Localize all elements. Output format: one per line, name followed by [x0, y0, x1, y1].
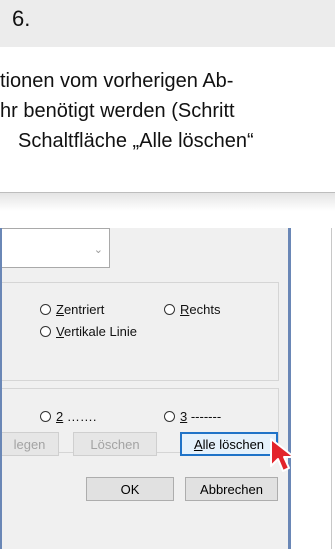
- ok-button[interactable]: OK: [86, 477, 174, 501]
- background-window: [291, 228, 335, 549]
- tabs-dialog: ⌄ Zentriert Rechts Vertikale Linie 2 …….…: [2, 228, 288, 549]
- cancel-button[interactable]: Abbrechen: [185, 477, 278, 501]
- radio-vertical-line[interactable]: Vertikale Linie: [40, 324, 137, 339]
- radio-vertical-line-label: Vertikale Linie: [56, 324, 137, 339]
- set-button[interactable]: legen: [2, 432, 59, 456]
- step-header: 6.: [0, 0, 335, 47]
- step-number: 6.: [12, 6, 31, 31]
- mouse-pointer-icon: [270, 438, 295, 472]
- radio-right-label: Rechts: [180, 302, 221, 317]
- clear-all-button[interactable]: Alle löschen: [180, 432, 278, 456]
- instruction-line-2: hr benötigt werden (Schritt: [0, 100, 235, 122]
- clear-all-label: Alle löschen: [193, 436, 265, 452]
- instruction-line-3: Schaltfläche „Alle löschen“: [18, 130, 254, 152]
- background-window-border: [331, 228, 332, 549]
- delete-button[interactable]: Löschen: [73, 432, 157, 456]
- radio-right[interactable]: Rechts: [164, 302, 220, 317]
- instruction-line-1: tionen vom vorherigen Ab-: [0, 70, 234, 92]
- shadow-band: [0, 193, 335, 211]
- radio-fill-3[interactable]: 3 -------: [164, 409, 221, 424]
- chevron-down-icon[interactable]: ⌄: [94, 243, 103, 256]
- radio-fill-2-label: 2 …….: [56, 409, 97, 424]
- radio-circle-icon[interactable]: [164, 304, 175, 315]
- radio-fill-3-label: 3 -------: [180, 409, 222, 424]
- radio-centered-label: Zentriert: [56, 302, 105, 317]
- radio-circle-icon[interactable]: [164, 411, 175, 422]
- radio-centered[interactable]: Zentriert: [40, 302, 104, 317]
- radio-circle-icon[interactable]: [40, 411, 51, 422]
- instruction-text: tionen vom vorherigen Ab- hr benötigt we…: [0, 66, 335, 156]
- tab-position-combo[interactable]: ⌄: [2, 228, 110, 268]
- radio-fill-2[interactable]: 2 …….: [40, 409, 96, 424]
- radio-circle-icon[interactable]: [40, 326, 51, 337]
- radio-circle-icon[interactable]: [40, 304, 51, 315]
